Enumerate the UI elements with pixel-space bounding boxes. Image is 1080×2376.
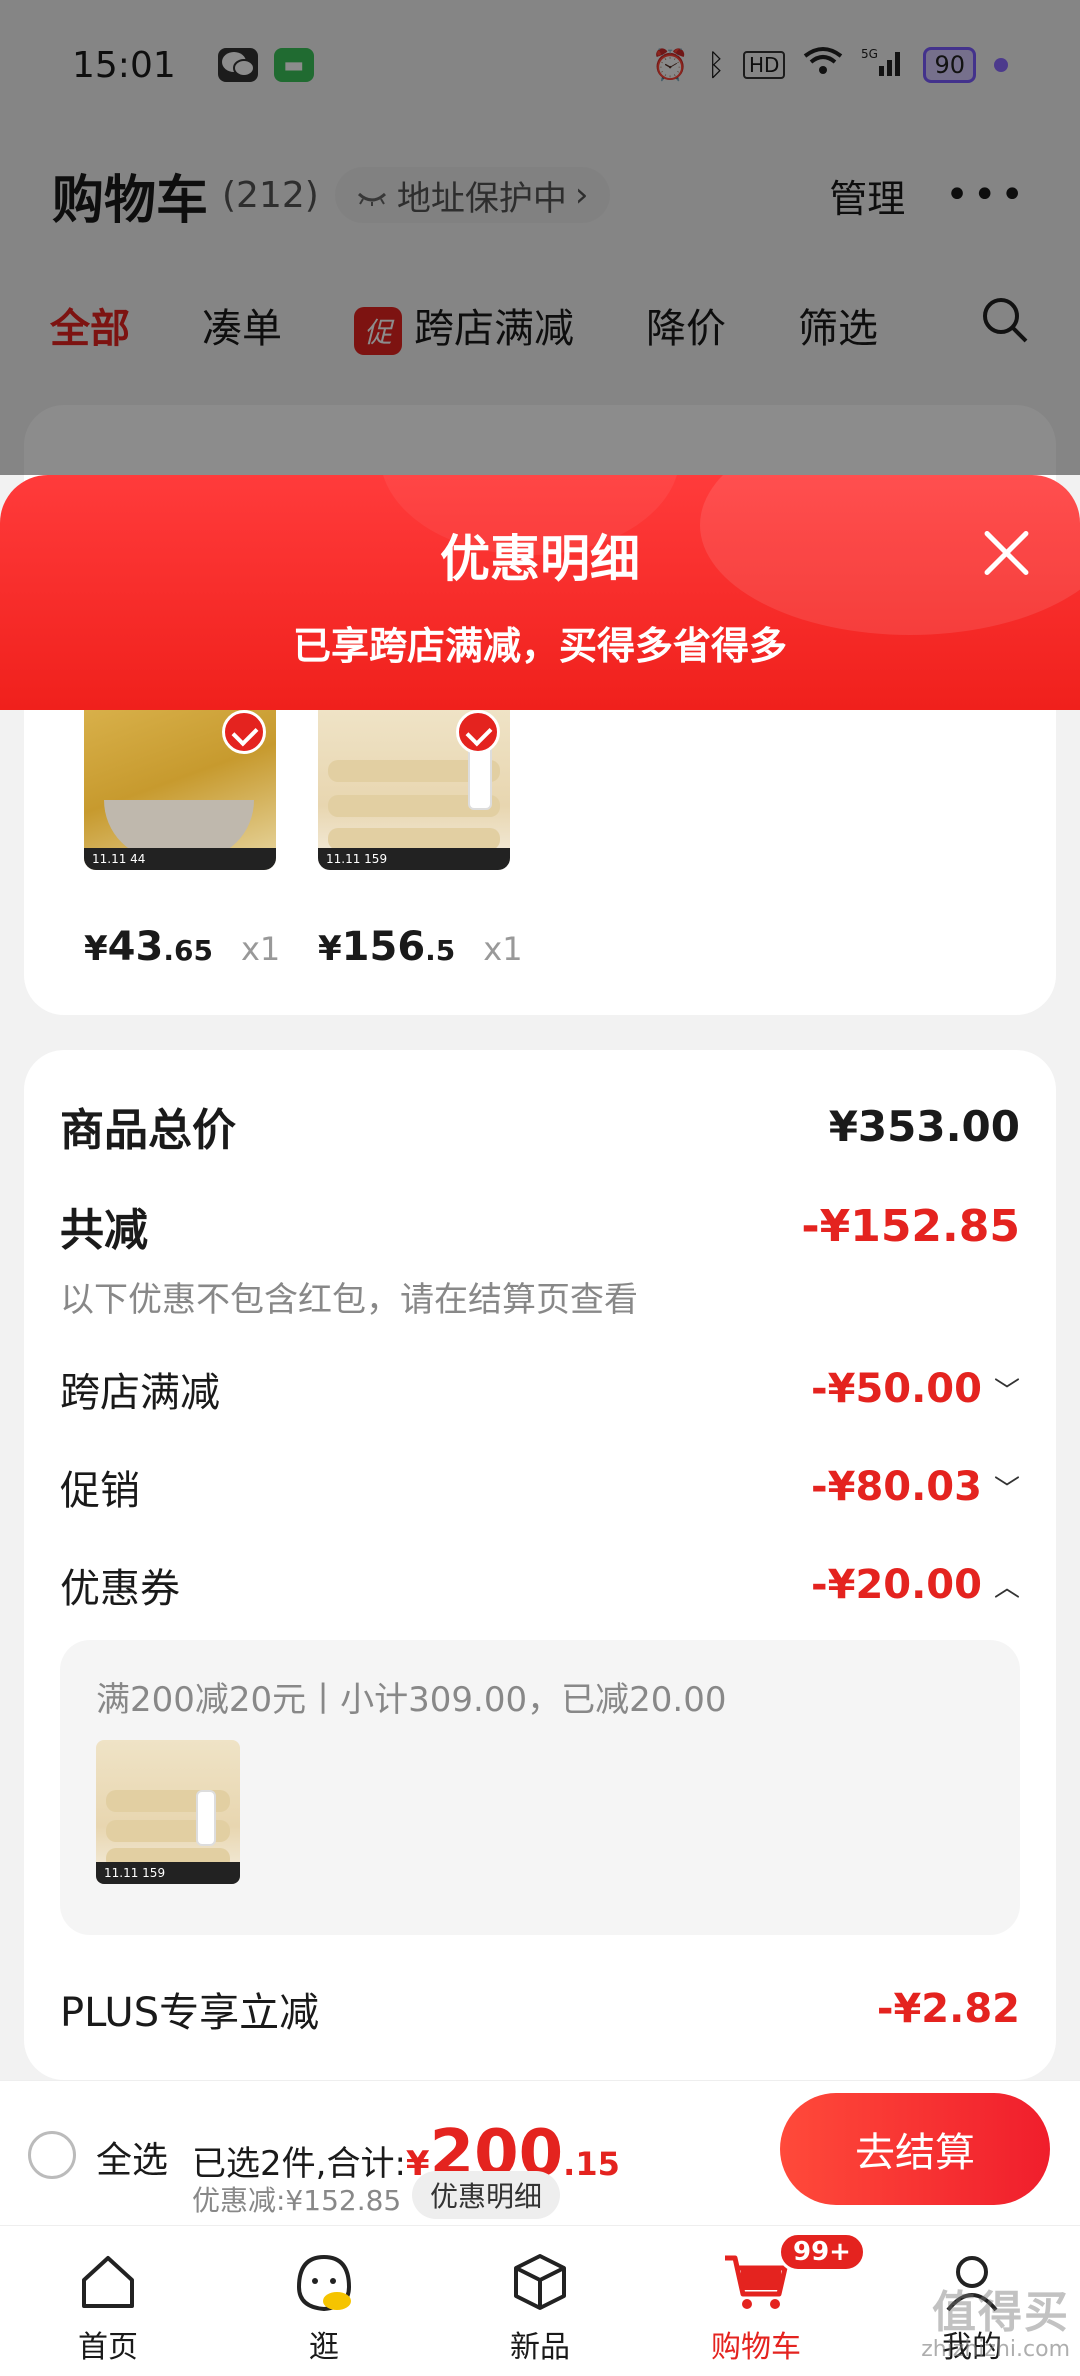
checkout-bar: 全选 已选2件,合计: ¥200.15 优惠减:¥152.85 优惠明细 去结算: [0, 2080, 1080, 2225]
product-thumbnail[interactable]: 11.11 44: [84, 710, 276, 870]
watermark-logo: 值得买 zhizhizhi.com: [921, 2287, 1070, 2362]
plus-discount-label: PLUS专享立减: [60, 1990, 320, 2036]
coupon-description: 满200减20元丨小计309.00，已减20.00: [96, 1680, 727, 1720]
discount-sheet-header: 优惠明细 已享跨店满减，买得多省得多: [0, 475, 1080, 710]
discount-line-promotion[interactable]: 促销 -¥80.03 ﹀: [60, 1458, 1020, 1516]
total-price-value: ¥353.00: [828, 1101, 1020, 1151]
total-saved-row: 共减 -¥152.85: [60, 1194, 1020, 1258]
chevron-down-icon: ﹀: [993, 1376, 1020, 1407]
box-icon: [504, 2246, 576, 2318]
plus-discount-row: PLUS专享立减 -¥2.82: [60, 1980, 1020, 2038]
product-thumb-strip: 11.11 159: [318, 848, 510, 870]
select-all-radio[interactable]: [28, 2131, 76, 2179]
discount-detail-card: 商品总价 ¥353.00 共减 -¥152.85 以下优惠不包含红包，请在结算页…: [24, 1050, 1056, 2080]
selected-items-card: 11.11 44 ¥43.65 x1 11.11 159 ¥156.5 x1: [24, 710, 1056, 1015]
coupon-detail-box: 满200减20元丨小计309.00，已减20.00 11.11 159: [60, 1640, 1020, 1935]
nav-browse[interactable]: 逛: [216, 2226, 432, 2376]
nav-new-products[interactable]: 新品: [432, 2226, 648, 2376]
product-price: ¥156.5 x1: [318, 924, 523, 970]
home-icon: [72, 2246, 144, 2318]
nav-cart[interactable]: 购物车 99+: [648, 2226, 866, 2376]
discount-line-cross-store[interactable]: 跨店满减 -¥50.00 ﹀: [60, 1360, 1020, 1418]
total-price-row: 商品总价 ¥353.00: [60, 1094, 1020, 1158]
product-qty: x1: [483, 930, 523, 968]
total-saved-label: 共减: [60, 1205, 148, 1256]
modal-dim-overlay[interactable]: [0, 0, 1080, 475]
sheet-title: 优惠明细: [440, 530, 640, 588]
checked-icon[interactable]: [456, 710, 500, 754]
product-thumb-strip: 11.11 44: [84, 848, 276, 870]
checkout-saved: 优惠减:¥152.85: [192, 2184, 402, 2217]
chevron-up-icon: ︿: [993, 1572, 1020, 1603]
discount-line-coupon[interactable]: 优惠券 -¥20.00 ︿: [60, 1556, 1020, 1614]
checked-icon[interactable]: [222, 710, 266, 754]
select-all-label[interactable]: 全选: [96, 2131, 168, 2183]
nav-home[interactable]: 首页: [0, 2226, 216, 2376]
total-price-label: 商品总价: [60, 1105, 236, 1156]
discount-detail-chip[interactable]: 优惠明细: [412, 2171, 561, 2219]
chevron-down-icon: ﹀: [993, 1474, 1020, 1505]
total-saved-value: -¥152.85: [801, 1200, 1020, 1252]
product-item[interactable]: 11.11 44 ¥43.65 x1: [84, 710, 280, 970]
sheet-subtitle: 已享跨店满减，买得多省得多: [292, 624, 787, 668]
product-item[interactable]: 11.11 159 ¥156.5 x1: [318, 710, 523, 970]
coupon-product-thumbnail[interactable]: 11.11 159: [96, 1740, 240, 1884]
product-qty: x1: [240, 930, 281, 968]
close-icon[interactable]: [976, 523, 1036, 583]
bottom-nav: 首页 逛 新品 购物车 99+ 我的 值得买 zhizhizhi.com: [0, 2225, 1080, 2376]
cart-badge: 99+: [778, 2232, 866, 2272]
browse-mascot-icon: [288, 2246, 360, 2318]
product-thumbnail[interactable]: 11.11 159: [318, 710, 510, 870]
discount-note: 以下优惠不包含红包，请在结算页查看: [60, 1280, 638, 1320]
plus-discount-value: -¥2.82: [876, 1986, 1020, 2032]
product-price: ¥43.65 x1: [84, 924, 281, 970]
checkout-button[interactable]: 去结算: [780, 2093, 1050, 2205]
